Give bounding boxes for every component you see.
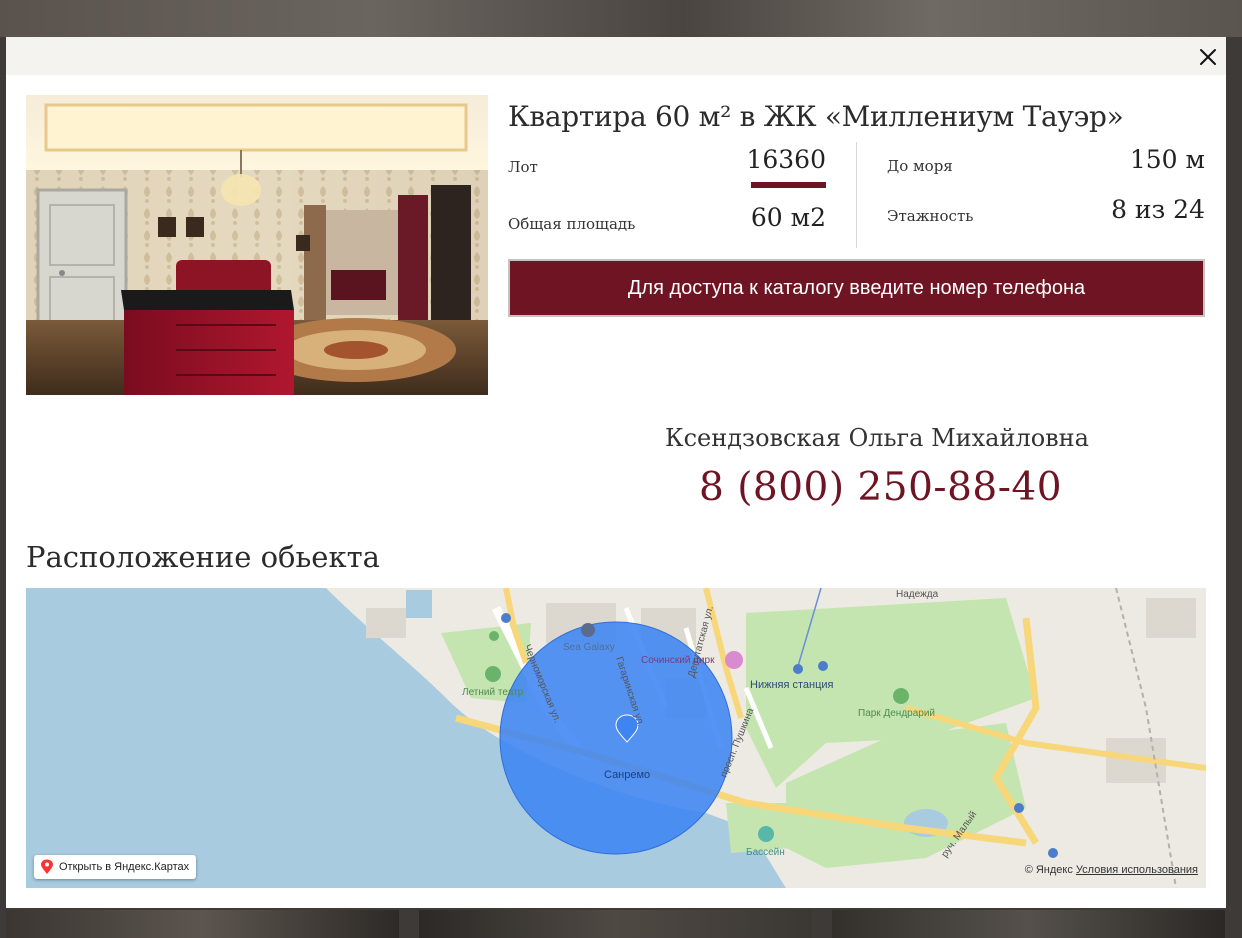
lot-label: Лот <box>508 158 538 176</box>
close-icon <box>1200 49 1216 65</box>
modal-header <box>6 37 1226 75</box>
map-label: Сочинский цирк <box>641 655 715 666</box>
terms-link[interactable]: Условия использования <box>1076 864 1198 876</box>
location-map[interactable]: Sea Galaxy Сочинский цирк Летний театр Н… <box>26 588 1206 888</box>
sea-distance-value: 150 м <box>1129 145 1205 174</box>
map-pin-icon <box>41 859 53 874</box>
listing-title: Квартира 60 м² в ЖК «Миллениум Тауэр» <box>508 100 1124 133</box>
map-label: Бассейн <box>746 847 785 858</box>
map-label: Санремо <box>604 769 650 781</box>
floor-label: Этажность <box>887 207 974 225</box>
map-label: Надежда <box>896 589 939 600</box>
map-label: Летний театр <box>462 687 524 698</box>
close-button[interactable] <box>1196 45 1220 69</box>
open-yandex-maps-button[interactable]: Открыть в Яндекс.Картах <box>34 855 197 879</box>
map-copyright: © Яндекс Условия использования <box>1025 864 1198 876</box>
agent-phone[interactable]: 8 (800) 250-88-40 <box>699 465 1062 510</box>
sea-distance-label: До моря <box>887 157 953 175</box>
background-thumbnail <box>419 910 812 938</box>
copyright-text: © Яндекс <box>1024 864 1073 876</box>
lot-underline <box>751 182 826 188</box>
background-page-top <box>0 0 1242 37</box>
catalog-access-button[interactable]: Для доступа к каталогу введите номер тел… <box>508 259 1205 317</box>
map-label: Парк Дендрарий <box>858 708 935 719</box>
background-thumbnail <box>6 910 399 938</box>
area-value: 60 м2 <box>750 203 826 232</box>
floor-value: 8 из 24 <box>1111 195 1205 224</box>
open-yandex-maps-label: Открыть в Яндекс.Картах <box>59 861 190 873</box>
specs-divider <box>856 142 857 248</box>
map-label: Нижняя станция <box>750 679 834 691</box>
background-thumbnail <box>832 910 1225 938</box>
apartment-photo[interactable] <box>26 95 488 395</box>
area-label: Общая площадь <box>508 215 636 233</box>
lot-value: 16360 <box>746 145 826 174</box>
listing-modal: Квартира 60 м² в ЖК «Миллениум Тауэр» Ло… <box>6 37 1226 908</box>
location-section-title: Расположение обьекта <box>26 540 380 574</box>
map-label: Sea Galaxy <box>563 642 615 653</box>
agent-name: Ксендзовская Ольга Михайловна <box>665 424 1089 452</box>
